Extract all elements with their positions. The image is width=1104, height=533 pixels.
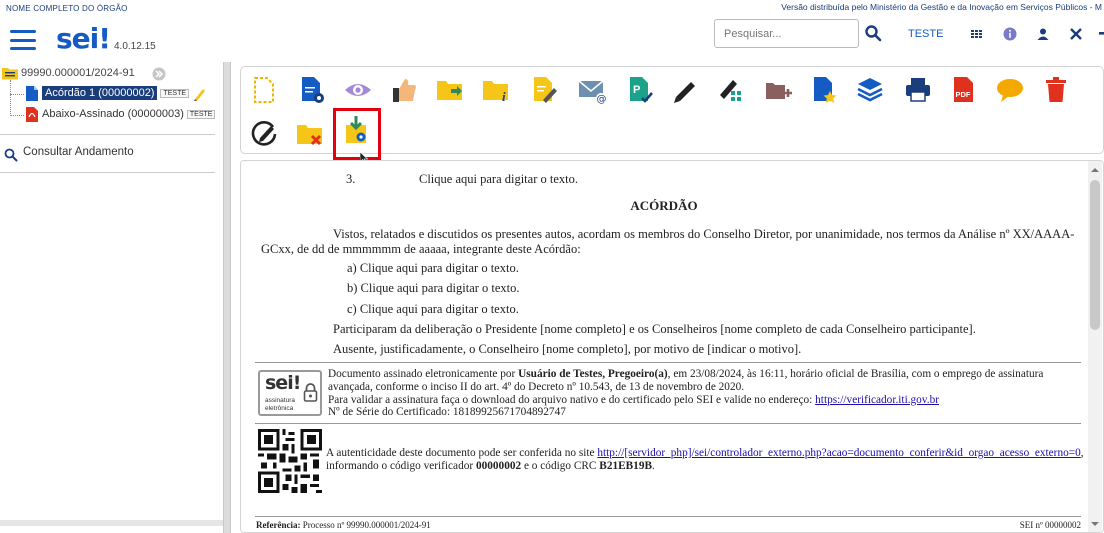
search-icon[interactable] [864,24,882,42]
paragraph-text: Vistos, relatados e discutidos os presen… [333,227,1075,241]
verifier-link[interactable]: https://verificador.iti.gov.br [815,394,939,406]
process-folder-icon [2,68,18,80]
expand-tree-icon[interactable] [152,67,166,81]
document-icon [26,86,38,101]
tools-icon[interactable] [1068,26,1084,42]
panel-resize-divider[interactable] [223,62,231,533]
svg-text:PDF: PDF [956,90,971,99]
edit-doc-settings-icon[interactable] [297,75,327,105]
footer-reference: Referência: Processo nº 99990.000001/202… [256,520,431,530]
svg-text:@: @ [597,94,607,105]
list-item[interactable]: c) Clique aqui para digitar o texto. [347,302,519,317]
process-tree-panel: 99990.000001/2024-91 Acórdão 1 (00000002… [0,62,223,533]
doc-unit-badge: TESTE [186,109,216,119]
consult-history-link[interactable]: Consultar Andamento [23,146,134,158]
user-icon[interactable] [1035,26,1051,42]
user-unit-label[interactable]: TESTE [908,28,943,40]
highlight-box [333,108,381,160]
new-document-icon[interactable] [249,75,279,105]
process-number[interactable]: 99990.000001/2024-91 [21,67,135,79]
document-viewer[interactable]: 3. Clique aqui para digitar o texto. ACÓ… [240,160,1104,533]
left-panel-scrollbar[interactable] [0,520,223,526]
item-number: 3. [346,172,356,186]
signature-text: Documento assinado eletronicamente por U… [328,368,1044,380]
grid-menu-icon[interactable] [969,26,985,42]
logout-icon[interactable] [1096,26,1104,42]
print-icon[interactable] [903,75,933,105]
list-item[interactable]: a) Clique aqui para digitar o texto. [347,261,519,276]
lock-icon [303,383,318,402]
authenticity-text: informando o código verificador 00000002… [326,460,655,472]
view-icon[interactable] [343,75,373,105]
placeholder-text[interactable]: Clique aqui para digitar o texto. [419,172,578,187]
layers-icon[interactable] [855,75,885,105]
folder-cancel-icon[interactable] [295,119,325,149]
trash-icon[interactable] [1041,75,1071,105]
tree-doc-abaixo-assinado[interactable]: Abaixo-Assinado (00000003) [42,108,184,120]
signature-pen-icon[interactable] [192,86,208,102]
menu-icon[interactable] [10,30,36,50]
list-item[interactable]: b) Clique aqui para digitar o texto. [347,281,520,296]
footer-sei-number: SEI nº 00000002 [1019,520,1081,530]
edit-circle-icon[interactable] [249,119,279,149]
paragraph-text: Ausente, justificadamente, o Conselheiro… [333,342,802,356]
certificate-serial: Nº de Série do Certificado: 181899256717… [328,406,566,418]
signature-text: Para validar a assinatura faça o downloa… [328,394,939,406]
add-block-icon[interactable] [763,75,793,105]
doc-unit-badge: TESTE [160,88,190,98]
scroll-down-icon[interactable] [1090,520,1100,528]
org-name: NOME COMPLETO DO ÓRGÃO [6,4,128,13]
favorite-doc-icon[interactable] [809,75,839,105]
svg-text:i: i [502,89,506,104]
pdf-doc-icon [26,107,38,122]
scroll-up-icon[interactable] [1090,166,1100,174]
move-folder-icon[interactable] [435,75,465,105]
pen-grid-icon[interactable] [715,75,745,105]
info-icon[interactable] [1002,26,1018,42]
edit-content-icon[interactable] [529,75,559,105]
search-input[interactable] [714,19,859,48]
sei-logo[interactable]: sei! [56,22,111,55]
search-icon[interactable] [4,148,18,162]
comment-icon[interactable] [995,75,1025,105]
gov-version-text: Versão distribuída pelo Ministério da Ge… [781,2,1102,12]
paragraph-text: Participaram da deliberação o Presidente… [333,322,976,336]
svg-text:P: P [633,84,640,96]
authenticity-link[interactable]: http://[servidor_php]/sei/controlador_ex… [597,447,1080,459]
scrollbar-thumb[interactable] [1090,180,1100,330]
pdf-icon[interactable]: PDF [949,75,979,105]
paragraph-text: GCxx, de dd de mmmmmm de aaaaa, integran… [261,242,581,256]
electronic-signature-seal: sei! assinatura eletrônica [258,370,322,416]
qr-code-icon [258,429,322,493]
tree-doc-acordao[interactable]: Acórdão 1 (00000002) [42,86,158,100]
folder-info-icon[interactable]: i [481,75,511,105]
thumbs-up-icon[interactable] [389,75,419,105]
pen-icon[interactable] [671,75,701,105]
email-icon[interactable]: @ [577,75,607,105]
signature-text: avançada, conforme o inciso II do art. 4… [328,381,745,393]
authenticity-text: A autenticidade deste documento pode ser… [326,447,1084,459]
version-label: 4.0.12.15 [114,41,156,52]
sign-check-icon[interactable]: P [625,75,655,105]
document-title: ACÓRDÃO [630,198,698,213]
